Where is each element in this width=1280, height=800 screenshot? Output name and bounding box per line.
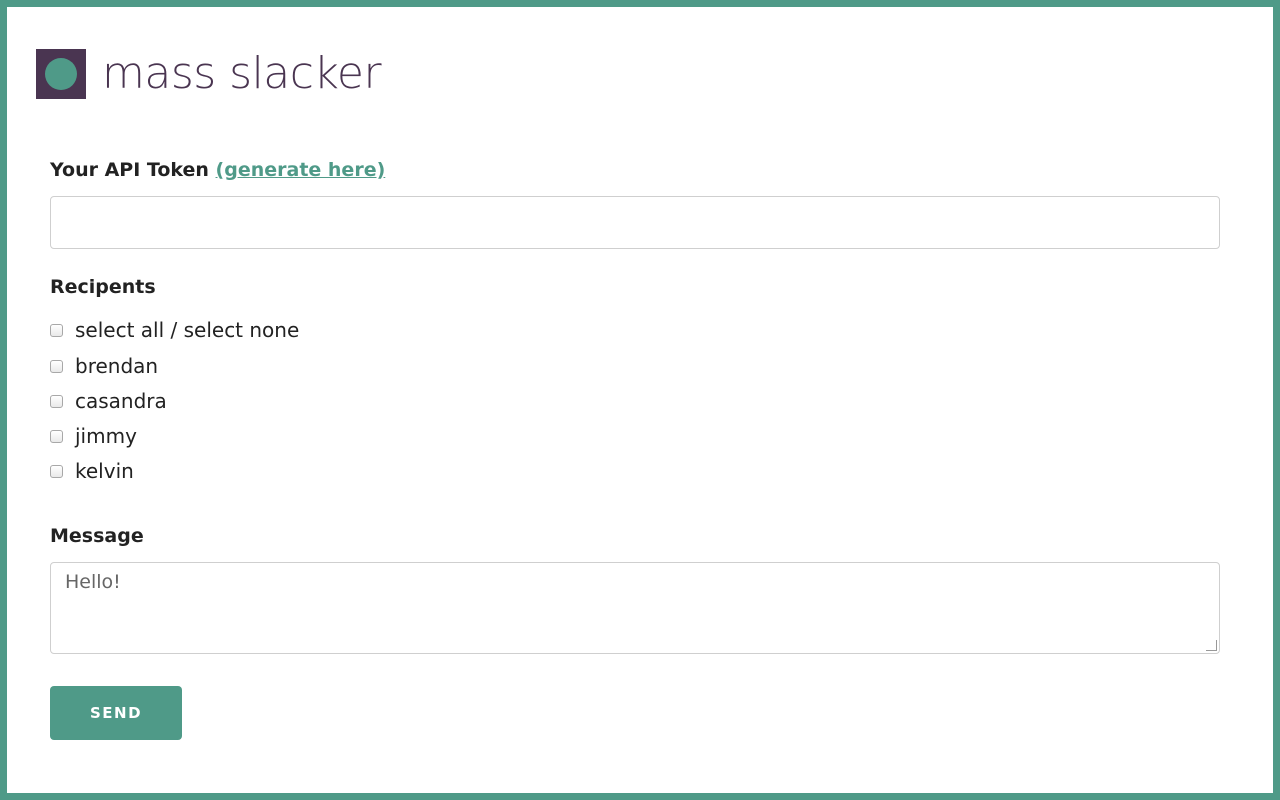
message-placeholder: Hello! bbox=[65, 571, 121, 593]
recipient-name[interactable]: jimmy bbox=[75, 424, 137, 448]
recipients-label: Recipents bbox=[50, 276, 156, 298]
recipient-name[interactable]: casandra bbox=[75, 389, 167, 413]
app-logo: mass slacker bbox=[36, 48, 382, 99]
select-all-row[interactable]: select all / select none bbox=[50, 318, 299, 342]
recipient-checkbox[interactable] bbox=[50, 359, 63, 373]
logo-icon bbox=[36, 49, 86, 99]
recipient-row-brendan[interactable]: brendan bbox=[50, 354, 158, 378]
api-token-input[interactable] bbox=[50, 196, 1220, 249]
resize-handle-icon[interactable] bbox=[1206, 640, 1217, 651]
recipient-checkbox[interactable] bbox=[50, 464, 63, 478]
generate-token-link[interactable]: (generate here) bbox=[216, 159, 386, 181]
message-textarea[interactable]: Hello! bbox=[50, 562, 1220, 654]
select-all-label[interactable]: select all / select none bbox=[75, 318, 299, 342]
app-title: mass slacker bbox=[102, 48, 382, 99]
recipient-checkbox[interactable] bbox=[50, 394, 63, 408]
message-label: Message bbox=[50, 525, 144, 547]
page: mass slacker Your API Token (generate he… bbox=[7, 7, 1273, 793]
recipient-row-jimmy[interactable]: jimmy bbox=[50, 424, 137, 448]
recipient-name[interactable]: kelvin bbox=[75, 459, 134, 483]
recipient-name[interactable]: brendan bbox=[75, 354, 158, 378]
recipient-checkbox[interactable] bbox=[50, 429, 63, 443]
recipient-row-kelvin[interactable]: kelvin bbox=[50, 459, 134, 483]
api-token-label: Your API Token (generate here) bbox=[50, 159, 385, 181]
recipient-row-casandra[interactable]: casandra bbox=[50, 389, 167, 413]
select-all-checkbox[interactable] bbox=[50, 323, 63, 337]
api-token-label-text: Your API Token bbox=[50, 159, 209, 181]
send-button[interactable]: SEND bbox=[50, 686, 182, 740]
logo-dot-icon bbox=[45, 58, 77, 90]
